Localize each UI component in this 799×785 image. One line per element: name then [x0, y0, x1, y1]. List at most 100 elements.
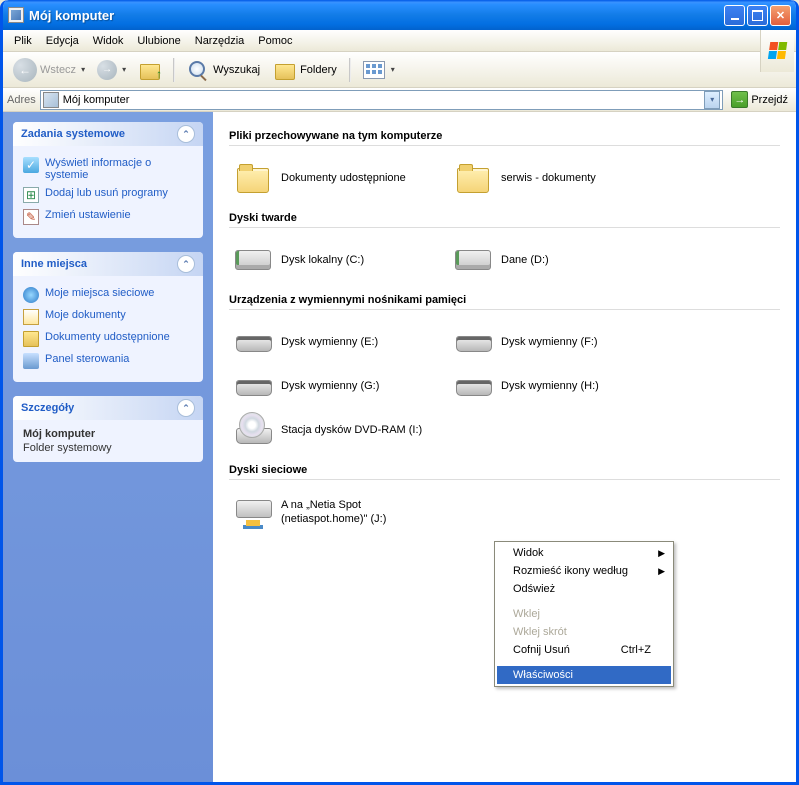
cm-refresh[interactable]: Odśwież — [497, 580, 671, 598]
folder-icon — [233, 160, 273, 196]
sidebar: Zadania systemowe ⌃ ✓ Wyświetl informacj… — [3, 112, 213, 782]
views-icon — [363, 61, 385, 79]
hard-drive-icon — [453, 242, 493, 278]
system-tasks-panel: Zadania systemowe ⌃ ✓ Wyświetl informacj… — [13, 122, 203, 238]
system-tasks-header[interactable]: Zadania systemowe ⌃ — [13, 122, 203, 146]
search-button[interactable]: Wyszukaj — [182, 56, 265, 84]
folders-button[interactable]: Foldery — [269, 57, 342, 83]
section-hdd-header: Dyski twarde — [229, 212, 780, 228]
hard-drive-icon — [233, 242, 273, 278]
shortcut-label: Ctrl+Z — [621, 644, 651, 656]
drive-network-j[interactable]: A na „Netia Spot (netiaspot.home)" (J:) — [229, 490, 449, 534]
other-places-panel: Inne miejsca ⌃ Moje miejsca sieciowe Moj… — [13, 252, 203, 382]
network-drive-icon — [233, 494, 273, 530]
network-icon — [23, 287, 39, 303]
drive-d[interactable]: Dane (D:) — [449, 238, 669, 282]
menu-tools[interactable]: Narzędzia — [188, 33, 252, 49]
folder-user-docs[interactable]: serwis - dokumenty — [449, 156, 669, 200]
chevron-down-icon: ▾ — [81, 65, 85, 74]
search-icon — [187, 59, 209, 81]
settings-icon: ✎ — [23, 209, 39, 225]
separator — [498, 601, 670, 602]
section-stored-header: Pliki przechowywane na tym komputerze — [229, 130, 780, 146]
removable-drive-icon — [233, 368, 273, 404]
addressbar: Adres Mój komputer ▾ → Przejdź — [3, 88, 796, 112]
close-button[interactable] — [770, 5, 791, 26]
details-name: Mój komputer — [23, 428, 193, 440]
details-panel: Szczegóły ⌃ Mój komputer Folder systemow… — [13, 396, 203, 462]
collapse-icon[interactable]: ⌃ — [177, 255, 195, 273]
context-menu: Widok ▶ Rozmieść ikony według ▶ Odśwież … — [494, 541, 674, 687]
add-remove-icon: ⊞ — [23, 187, 39, 203]
task-add-remove[interactable]: ⊞ Dodaj lub usuń programy — [23, 184, 193, 206]
folder-up-icon — [139, 60, 161, 80]
menu-help[interactable]: Pomoc — [251, 33, 299, 49]
task-change-setting[interactable]: ✎ Zmień ustawienie — [23, 206, 193, 228]
menu-view[interactable]: Widok — [86, 33, 131, 49]
folder-icon — [23, 331, 39, 347]
removable-drive-icon — [453, 324, 493, 360]
separator — [498, 662, 670, 663]
place-control-panel[interactable]: Panel sterowania — [23, 350, 193, 372]
menu-edit[interactable]: Edycja — [39, 33, 86, 49]
explorer-window: Mój komputer Plik Edycja Widok Ulubione … — [0, 0, 799, 785]
address-dropdown[interactable]: ▾ — [704, 91, 720, 109]
submenu-arrow-icon: ▶ — [658, 566, 665, 577]
cm-arrange[interactable]: Rozmieść ikony według ▶ — [497, 562, 671, 580]
collapse-icon[interactable]: ⌃ — [177, 125, 195, 143]
my-computer-icon — [8, 7, 24, 23]
chevron-down-icon: ▾ — [122, 65, 126, 74]
titlebar[interactable]: Mój komputer — [3, 0, 796, 30]
forward-button[interactable]: → ▾ — [93, 58, 130, 82]
drive-g[interactable]: Dysk wymienny (G:) — [229, 364, 449, 408]
minimize-button[interactable] — [724, 5, 745, 26]
control-panel-icon — [23, 353, 39, 369]
folder-icon — [274, 60, 296, 80]
cm-undo[interactable]: Cofnij Usuń Ctrl+Z — [497, 641, 671, 659]
go-button[interactable]: → Przejdź — [727, 90, 792, 109]
go-arrow-icon: → — [731, 91, 748, 108]
drive-c[interactable]: Dysk lokalny (C:) — [229, 238, 449, 282]
drive-h[interactable]: Dysk wymienny (H:) — [449, 364, 669, 408]
task-system-info[interactable]: ✓ Wyświetl informacje o systemie — [23, 154, 193, 184]
submenu-arrow-icon: ▶ — [658, 548, 665, 559]
details-type: Folder systemowy — [23, 442, 193, 454]
menu-file[interactable]: Plik — [7, 33, 39, 49]
removable-drive-icon — [233, 324, 273, 360]
address-field[interactable]: Mój komputer ▾ — [40, 90, 724, 110]
place-shared-docs[interactable]: Dokumenty udostępnione — [23, 328, 193, 350]
up-button[interactable] — [134, 57, 166, 83]
place-documents[interactable]: Moje dokumenty — [23, 306, 193, 328]
chevron-down-icon: ▾ — [391, 65, 395, 74]
folder-icon — [453, 160, 493, 196]
forward-icon: → — [97, 60, 117, 80]
menubar: Plik Edycja Widok Ulubione Narzędzia Pom… — [3, 30, 796, 52]
windows-logo — [760, 30, 794, 72]
cm-properties[interactable]: Właściwości — [497, 666, 671, 684]
cm-paste: Wklej — [497, 605, 671, 623]
my-computer-icon — [43, 92, 59, 108]
details-header[interactable]: Szczegóły ⌃ — [13, 396, 203, 420]
address-value: Mój komputer — [63, 94, 130, 106]
drive-f[interactable]: Dysk wymienny (F:) — [449, 320, 669, 364]
folder-shared-docs[interactable]: Dokumenty udostępnione — [229, 156, 449, 200]
other-places-header[interactable]: Inne miejsca ⌃ — [13, 252, 203, 276]
address-label: Adres — [7, 94, 36, 106]
cm-view[interactable]: Widok ▶ — [497, 544, 671, 562]
menu-favorites[interactable]: Ulubione — [130, 33, 187, 49]
drive-dvd[interactable]: Stacja dysków DVD-RAM (I:) — [229, 408, 449, 452]
views-button[interactable]: ▾ — [358, 58, 400, 82]
drive-e[interactable]: Dysk wymienny (E:) — [229, 320, 449, 364]
section-removable-header: Urządzenia z wymiennymi nośnikami pamięc… — [229, 294, 780, 310]
toolbar: ← Wstecz ▾ → ▾ Wyszukaj Foldery ▾ — [3, 52, 796, 88]
section-network-header: Dyski sieciowe — [229, 464, 780, 480]
window-title: Mój komputer — [29, 8, 724, 23]
cm-paste-shortcut: Wklej skrót — [497, 623, 671, 641]
place-network[interactable]: Moje miejsca sieciowe — [23, 284, 193, 306]
maximize-button[interactable] — [747, 5, 768, 26]
content-area: Zadania systemowe ⌃ ✓ Wyświetl informacj… — [3, 112, 796, 782]
documents-icon — [23, 309, 39, 325]
collapse-icon[interactable]: ⌃ — [177, 399, 195, 417]
back-button[interactable]: ← Wstecz ▾ — [9, 56, 89, 84]
dvd-drive-icon — [233, 412, 273, 448]
